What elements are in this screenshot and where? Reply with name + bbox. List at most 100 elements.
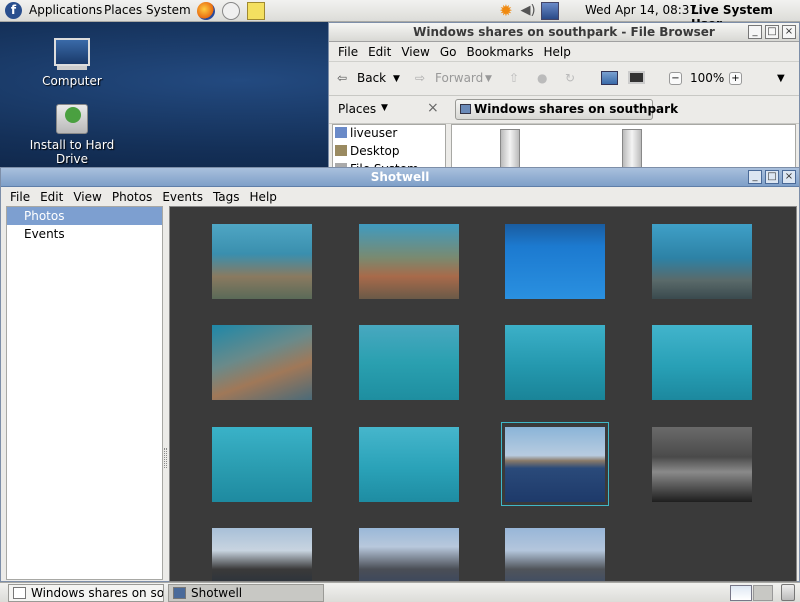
desktop-icon-install[interactable]: Install to Hard Drive [17, 104, 127, 166]
task-shotwell[interactable]: Shotwell [168, 584, 324, 602]
location-button-label: Windows shares on southpark [474, 102, 679, 116]
server-share-icon[interactable] [622, 129, 642, 169]
selected-photo-frame [501, 422, 609, 506]
menu-edit[interactable]: Edit [363, 45, 396, 59]
menu-file[interactable]: File [333, 45, 363, 59]
computer-icon[interactable] [628, 71, 645, 84]
window-title: Shotwell [370, 170, 430, 184]
server-share-icon[interactable] [500, 129, 520, 169]
menu-bookmarks[interactable]: Bookmarks [461, 45, 538, 59]
workspace-2[interactable] [753, 585, 773, 601]
menu-events[interactable]: Events [157, 190, 208, 204]
minimize-button[interactable]: _ [748, 25, 762, 39]
task-file-browser[interactable]: Windows shares on so... [8, 584, 164, 602]
minimize-button[interactable]: _ [748, 170, 762, 184]
shotwell-titlebar[interactable]: Shotwell _ □ × [1, 168, 799, 187]
back-dropdown-icon[interactable]: ▼ [393, 74, 400, 84]
places-dropdown[interactable]: Places [338, 102, 376, 116]
close-button[interactable]: × [782, 25, 796, 39]
clock-tool-icon[interactable] [222, 2, 240, 20]
toolbar-overflow-icon[interactable]: ▼ [777, 73, 785, 84]
workspace-1[interactable] [730, 585, 752, 601]
forward-arrow-icon[interactable]: ⇨ [415, 71, 425, 85]
zoom-level: 100% [690, 71, 725, 85]
menu-view[interactable]: View [396, 45, 434, 59]
menu-photos[interactable]: Photos [107, 190, 157, 204]
places-item-desktop[interactable]: Desktop [350, 144, 400, 158]
menu-file[interactable]: File [5, 190, 35, 204]
photo-thumbnail-reef-2[interactable] [359, 224, 459, 299]
close-button[interactable]: × [782, 170, 796, 184]
sidebar-item-photos[interactable]: Photos [7, 207, 162, 225]
pane-resize-handle[interactable] [164, 448, 167, 468]
task-label: Shotwell [191, 586, 243, 600]
menu-tags[interactable]: Tags [208, 190, 245, 204]
close-sidebar-icon[interactable]: × [427, 100, 439, 116]
shotwell-menubar: File Edit View Photos Events Tags Help [1, 187, 799, 207]
places-dropdown-icon[interactable]: ▼ [381, 103, 388, 113]
menu-edit[interactable]: Edit [35, 190, 68, 204]
photo-thumbnail-reef-1[interactable] [212, 224, 312, 299]
trash-icon[interactable] [781, 584, 795, 601]
task-label: Windows shares on so... [31, 586, 164, 600]
zoom-in-icon[interactable]: + [729, 72, 742, 85]
places-item-liveuser[interactable]: liveuser [350, 126, 397, 140]
back-arrow-icon[interactable]: ⇦ [337, 71, 347, 85]
photo-thumbnail-coast-3[interactable] [212, 528, 312, 581]
window-icon [173, 587, 186, 599]
zoom-out-icon[interactable]: − [669, 72, 682, 85]
shotwell-window: Shotwell _ □ × File Edit View Photos Eve… [0, 167, 800, 582]
photo-thumbnail-reef-4[interactable] [212, 325, 312, 400]
photo-thumbnail-coast-4[interactable] [359, 528, 459, 581]
fedora-logo-icon[interactable]: f [5, 2, 22, 19]
maximize-button[interactable]: □ [765, 170, 779, 184]
photo-thumbnail-diver-3[interactable] [652, 325, 752, 400]
location-button[interactable]: Windows shares on southpark [455, 99, 678, 120]
file-browser-titlebar[interactable]: Windows shares on southpark - File Brows… [329, 23, 799, 42]
window-title: Windows shares on southpark - File Brows… [413, 25, 715, 39]
desktop-icon-label: Computer [42, 74, 102, 88]
photo-thumbnail-diver-2[interactable] [505, 325, 605, 400]
menu-view[interactable]: View [68, 190, 106, 204]
photo-thumbnail-coast-5[interactable] [505, 528, 605, 581]
file-browser-menubar: File Edit View Go Bookmarks Help [329, 42, 799, 62]
menu-go[interactable]: Go [435, 45, 462, 59]
places-menu[interactable]: Places [104, 3, 142, 17]
firefox-launcher-icon[interactable] [197, 2, 215, 20]
shotwell-sidebar: Photos Events [6, 206, 163, 580]
home-icon [335, 127, 347, 138]
network-folder-icon [460, 104, 471, 114]
network-icon[interactable] [541, 2, 559, 20]
photo-thumbnail-diver-1[interactable] [359, 325, 459, 400]
system-menu[interactable]: System [146, 3, 191, 17]
maximize-button[interactable]: □ [765, 25, 779, 39]
photo-thumbnail-boat-hull[interactable] [505, 224, 605, 299]
applications-menu[interactable]: Applications [29, 3, 102, 17]
up-arrow-icon[interactable]: ⇧ [509, 71, 519, 85]
desktop-icon-computer[interactable]: Computer [17, 38, 127, 88]
reload-icon[interactable]: ↻ [565, 71, 575, 85]
photo-thumbnail-reef-3[interactable] [652, 224, 752, 299]
clock[interactable]: Wed Apr 14, 08:37 [585, 3, 697, 17]
top-panel: f Applications Places System ✹ ◀) Wed Ap… [0, 0, 800, 31]
photo-thumbnail-coast-2[interactable] [652, 427, 752, 502]
menu-help[interactable]: Help [539, 45, 576, 59]
sidebar-item-events[interactable]: Events [7, 225, 162, 243]
window-icon [13, 587, 26, 599]
forward-button[interactable]: Forward [435, 71, 483, 85]
photo-thumbnail-diver-5[interactable] [359, 427, 459, 502]
desktop-folder-icon [335, 145, 347, 156]
back-button[interactable]: Back [357, 71, 386, 85]
updates-icon[interactable]: ✹ [497, 2, 515, 20]
bottom-taskbar: Windows shares on so... Shotwell [0, 582, 800, 602]
stop-icon[interactable]: ● [537, 71, 547, 85]
forward-dropdown-icon[interactable]: ▼ [485, 74, 492, 84]
photo-thumbnail-diver-4[interactable] [212, 427, 312, 502]
volume-icon[interactable]: ◀) [519, 2, 537, 20]
install-drive-icon [56, 104, 88, 134]
menu-help[interactable]: Help [245, 190, 282, 204]
notes-launcher-icon[interactable] [247, 2, 265, 20]
photo-grid [169, 206, 797, 582]
file-view [451, 124, 796, 172]
home-folder-icon[interactable] [601, 71, 618, 85]
